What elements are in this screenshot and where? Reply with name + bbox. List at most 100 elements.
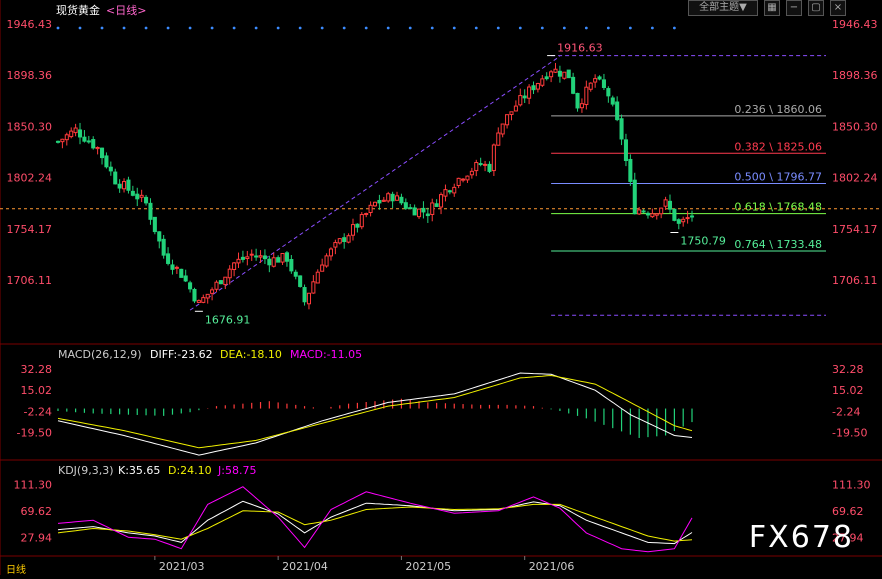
candle-body xyxy=(483,163,488,166)
candle-body xyxy=(386,193,391,202)
candle-body xyxy=(298,275,303,287)
kdj-j-value: J:58.75 xyxy=(218,464,257,477)
signal-dot xyxy=(672,26,676,30)
close-icon[interactable]: × xyxy=(830,0,846,16)
candle-body xyxy=(496,132,501,146)
candle-body xyxy=(615,101,620,121)
signal-dot xyxy=(452,26,456,30)
candle-body xyxy=(416,208,422,218)
signal-dot xyxy=(122,26,126,30)
candle-body xyxy=(179,268,184,278)
grid-icon[interactable]: ▦ xyxy=(764,0,780,16)
candle-body xyxy=(95,146,100,150)
candle-body xyxy=(99,147,105,159)
candle-body xyxy=(500,123,505,135)
candle-body xyxy=(447,190,452,193)
candle-body xyxy=(333,242,338,248)
candle-body xyxy=(553,68,558,73)
candle-body xyxy=(518,95,523,106)
macd-tick-right-2: -2.24 xyxy=(832,405,860,418)
candle-body xyxy=(540,78,545,86)
candle-body xyxy=(452,186,457,194)
price-annotation-0: 1916.63 xyxy=(557,42,603,55)
macd-tick-right-3: -19.50 xyxy=(832,426,867,439)
candle-body xyxy=(249,253,254,256)
signal-dot xyxy=(562,26,566,30)
candle-body xyxy=(320,264,325,272)
signal-dot xyxy=(254,26,258,30)
signal-dot xyxy=(584,26,588,30)
macd-tick-left-1: 15.02 xyxy=(21,384,53,397)
kdj-tick-right-1: 69.62 xyxy=(832,505,864,518)
date-label-3: 2021/06 xyxy=(529,560,575,573)
zoom-out-icon[interactable]: − xyxy=(786,0,802,16)
candle-body xyxy=(412,207,417,216)
candle-body xyxy=(86,140,91,143)
candle-body xyxy=(254,255,259,258)
signal-dot xyxy=(386,26,390,30)
candle-body xyxy=(403,202,408,209)
candle-body xyxy=(579,103,584,109)
macd-tick-right-1: 15.02 xyxy=(832,384,864,397)
candle-body xyxy=(135,193,140,200)
period-tab[interactable]: 日线 xyxy=(6,561,26,576)
candle-body xyxy=(205,293,210,299)
candle-body xyxy=(113,171,118,185)
candle-body xyxy=(544,76,549,80)
candle-body xyxy=(328,248,334,257)
candle-body xyxy=(122,181,127,190)
candle-body xyxy=(377,199,382,204)
candle-body xyxy=(144,196,149,204)
kdj-d-value: D:24.10 xyxy=(168,464,212,477)
candle-body xyxy=(240,256,245,260)
candle-body xyxy=(364,213,369,216)
candle-body xyxy=(443,189,448,197)
candle-body xyxy=(399,196,404,204)
candle-body xyxy=(232,262,237,271)
candle-body xyxy=(549,71,554,78)
candle-body xyxy=(394,195,400,201)
fib-label-3: 0.618 \ 1768.48 xyxy=(734,201,822,214)
price-annotation-2: 1750.79 xyxy=(680,234,726,247)
candle-body xyxy=(434,203,439,207)
candle-body xyxy=(60,138,65,143)
candle-body xyxy=(55,140,61,143)
chart-svg: 1946.43 1946.43 1898.36 1898.36 1850.30 1850.… xyxy=(0,0,882,575)
candle-body xyxy=(408,207,413,210)
candle-body xyxy=(258,255,263,258)
candle-body xyxy=(632,179,637,215)
candle-body xyxy=(214,281,219,290)
candle-body xyxy=(491,144,496,172)
price-tick-left-3: 1802.24 xyxy=(7,172,53,185)
restore-icon[interactable]: ▢ xyxy=(808,0,824,16)
candle-body xyxy=(689,215,695,218)
candle-body xyxy=(267,258,272,266)
candle-body xyxy=(82,136,87,142)
candle-body xyxy=(166,253,171,264)
theme-button[interactable]: 全部主题▼ xyxy=(688,0,758,16)
candle-body xyxy=(425,213,430,217)
price-tick-right-2: 1850.30 xyxy=(832,120,878,133)
signal-dot xyxy=(298,26,302,30)
macd-dea-value: DEA:-18.10 xyxy=(220,348,282,361)
candle-body xyxy=(227,268,232,279)
signal-dot xyxy=(232,26,236,30)
candle-body xyxy=(280,252,285,263)
candle-body xyxy=(174,266,179,269)
candle-body xyxy=(69,130,74,138)
kdj-tick-left-2: 27.94 xyxy=(21,531,53,544)
macd-tick-left-3: -19.50 xyxy=(17,426,52,439)
candle-body xyxy=(659,207,664,215)
period-selector[interactable]: <日线> xyxy=(106,2,146,18)
candle-body xyxy=(597,76,602,80)
candle-body xyxy=(293,271,298,277)
candle-body xyxy=(346,235,351,243)
candle-body xyxy=(513,105,518,112)
signal-dot xyxy=(210,26,214,30)
candle-body xyxy=(91,139,96,149)
candle-body xyxy=(566,69,571,79)
date-label-2: 2021/05 xyxy=(405,560,451,573)
candle-body xyxy=(571,76,576,94)
candle-body xyxy=(170,264,175,270)
watermark: FX678 xyxy=(748,520,854,555)
